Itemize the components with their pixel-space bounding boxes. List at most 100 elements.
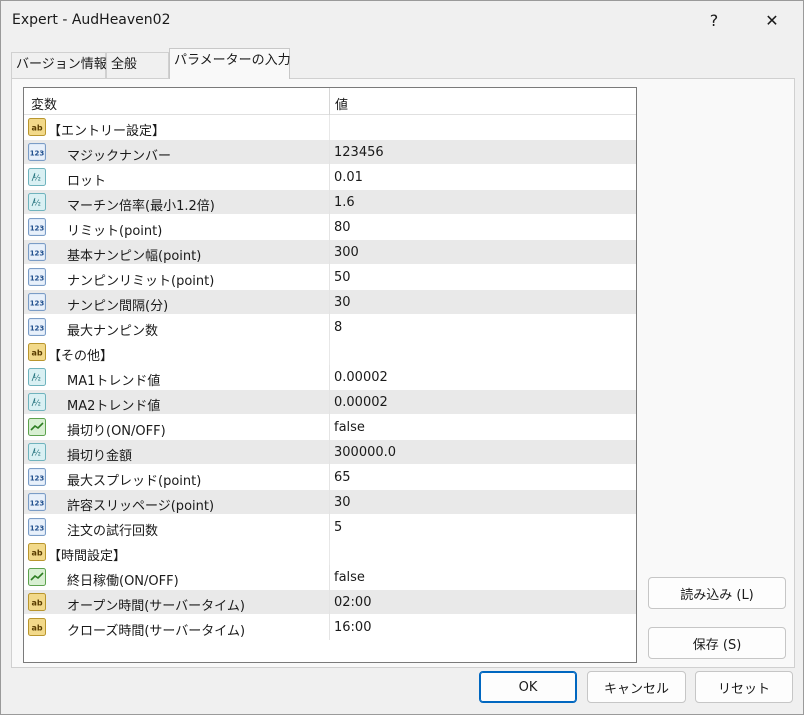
int-123-icon: 123 xyxy=(28,493,46,511)
parameter-value[interactable]: 5 xyxy=(334,520,342,535)
svg-text:ab: ab xyxy=(31,549,42,558)
table-group-row[interactable]: ab 【その他】 xyxy=(24,340,636,365)
parameter-name: ナンピン間隔(分) xyxy=(67,299,169,314)
cell-divider xyxy=(329,240,330,265)
parameter-name: 【時間設定】 xyxy=(48,549,127,564)
svg-text:123: 123 xyxy=(30,475,45,483)
table-row[interactable]: 123 ナンピンリミット(point) 50 xyxy=(24,265,636,290)
table-row[interactable]: 123 注文の試行回数 5 xyxy=(24,515,636,540)
table-row[interactable]: 123 最大ナンピン数 8 xyxy=(24,315,636,340)
parameters-table: 変数 値 ab 【エントリー設定】 123 マジックナンバー 123456 ½ ロット 0.0… xyxy=(23,87,637,663)
svg-text:123: 123 xyxy=(30,500,45,508)
parameter-value[interactable]: 300000.0 xyxy=(334,445,396,460)
window-title: Expert - AudHeaven02 xyxy=(12,12,171,28)
cell-divider xyxy=(329,315,330,340)
close-button[interactable]: ✕ xyxy=(749,1,795,39)
parameter-name: リミット(point) xyxy=(67,224,163,239)
table-row[interactable]: 123 許容スリッページ(point) 30 xyxy=(24,490,636,515)
parameter-value[interactable]: 30 xyxy=(334,295,351,310)
ab-string-icon: ab xyxy=(28,543,46,561)
cell-divider xyxy=(329,165,330,190)
cell-divider xyxy=(329,465,330,490)
int-123-icon: 123 xyxy=(28,518,46,536)
load-button[interactable]: 読み込み (L) xyxy=(648,577,786,609)
parameter-name: 【その他】 xyxy=(48,349,114,364)
parameter-value[interactable]: 8 xyxy=(334,320,342,335)
double-half-icon: ½ xyxy=(28,368,46,386)
svg-text:ab: ab xyxy=(31,124,42,133)
cell-divider xyxy=(329,590,330,615)
table-row[interactable]: 損切り(ON/OFF) false xyxy=(24,415,636,440)
parameter-name: ナンピンリミット(point) xyxy=(67,274,215,289)
parameter-value[interactable]: 65 xyxy=(334,470,351,485)
table-row[interactable]: ½ MA2トレンド値 0.00002 xyxy=(24,390,636,415)
table-row[interactable]: ab オープン時間(サーバータイム) 02:00 xyxy=(24,590,636,615)
parameter-value[interactable]: 30 xyxy=(334,495,351,510)
parameter-value[interactable]: false xyxy=(334,420,365,435)
parameter-value[interactable]: 80 xyxy=(334,220,351,235)
ab-string-icon: ab xyxy=(28,618,46,636)
parameter-name: 損切り(ON/OFF) xyxy=(67,424,166,439)
cell-divider xyxy=(329,490,330,515)
table-row[interactable]: 123 リミット(point) 80 xyxy=(24,215,636,240)
header-value: 値 xyxy=(335,98,349,113)
parameter-name: 最大ナンピン数 xyxy=(67,324,159,339)
svg-text:ab: ab xyxy=(31,624,42,633)
svg-text:ab: ab xyxy=(31,599,42,608)
save-button[interactable]: 保存 (S) xyxy=(648,627,786,659)
parameter-name: 許容スリッページ(point) xyxy=(67,499,215,514)
int-123-icon: 123 xyxy=(28,268,46,286)
table-row[interactable]: 123 基本ナンピン幅(point) 300 xyxy=(24,240,636,265)
table-row[interactable]: ½ 損切り金額 300000.0 xyxy=(24,440,636,465)
bool-toggle-icon xyxy=(28,568,46,586)
tab-general[interactable]: 全般 xyxy=(106,52,169,78)
table-row[interactable]: 123 ナンピン間隔(分) 30 xyxy=(24,290,636,315)
table-row[interactable]: 123 最大スプレッド(point) 65 xyxy=(24,465,636,490)
tab-input-parameters[interactable]: パラメーターの入力 xyxy=(169,48,291,79)
ok-button[interactable]: OK xyxy=(479,671,577,703)
parameter-name: MA1トレンド値 xyxy=(67,374,161,389)
table-row[interactable]: ½ ロット 0.01 xyxy=(24,165,636,190)
ab-string-icon: ab xyxy=(28,118,46,136)
int-123-icon: 123 xyxy=(28,218,46,236)
table-group-row[interactable]: ab 【時間設定】 xyxy=(24,540,636,565)
help-button[interactable]: ? xyxy=(691,1,737,39)
int-123-icon: 123 xyxy=(28,468,46,486)
close-icon: ✕ xyxy=(765,10,779,30)
parameter-name: クローズ時間(サーバータイム) xyxy=(67,624,246,639)
parameter-value[interactable]: 16:00 xyxy=(334,620,371,635)
cancel-button[interactable]: キャンセル xyxy=(587,671,686,703)
svg-text:123: 123 xyxy=(30,525,45,533)
column-separator[interactable] xyxy=(329,88,330,115)
cell-divider xyxy=(329,615,330,640)
table-row[interactable]: ab クローズ時間(サーバータイム) 16:00 xyxy=(24,615,636,640)
parameter-value[interactable]: 123456 xyxy=(334,145,384,160)
parameter-value[interactable]: 300 xyxy=(334,245,359,260)
table-header: 変数 値 xyxy=(24,88,636,115)
cell-divider xyxy=(329,515,330,540)
int-123-icon: 123 xyxy=(28,318,46,336)
title-bar: Expert - AudHeaven02 ? ✕ xyxy=(1,1,803,39)
int-123-icon: 123 xyxy=(28,243,46,261)
parameter-value[interactable]: 50 xyxy=(334,270,351,285)
table-row[interactable]: 終日稼働(ON/OFF) false xyxy=(24,565,636,590)
tab-version-info[interactable]: バージョン情報 xyxy=(11,52,107,78)
table-group-row[interactable]: ab 【エントリー設定】 xyxy=(24,115,636,140)
svg-text:ab: ab xyxy=(31,349,42,358)
cell-divider xyxy=(329,265,330,290)
svg-text:123: 123 xyxy=(30,325,45,333)
cell-divider xyxy=(329,215,330,240)
parameter-value[interactable]: 0.01 xyxy=(334,170,363,185)
parameter-value[interactable]: 0.00002 xyxy=(334,370,388,385)
table-row[interactable]: 123 マジックナンバー 123456 xyxy=(24,140,636,165)
parameter-value[interactable]: 02:00 xyxy=(334,595,371,610)
reset-button[interactable]: リセット xyxy=(695,671,793,703)
svg-text:123: 123 xyxy=(30,300,45,308)
int-123-icon: 123 xyxy=(28,143,46,161)
table-row[interactable]: ½ マーチン倍率(最小1.2倍) 1.6 xyxy=(24,190,636,215)
parameter-value[interactable]: 0.00002 xyxy=(334,395,388,410)
table-row[interactable]: ½ MA1トレンド値 0.00002 xyxy=(24,365,636,390)
parameter-value[interactable]: false xyxy=(334,570,365,585)
parameter-name: マーチン倍率(最小1.2倍) xyxy=(67,199,215,214)
parameter-value[interactable]: 1.6 xyxy=(334,195,355,210)
